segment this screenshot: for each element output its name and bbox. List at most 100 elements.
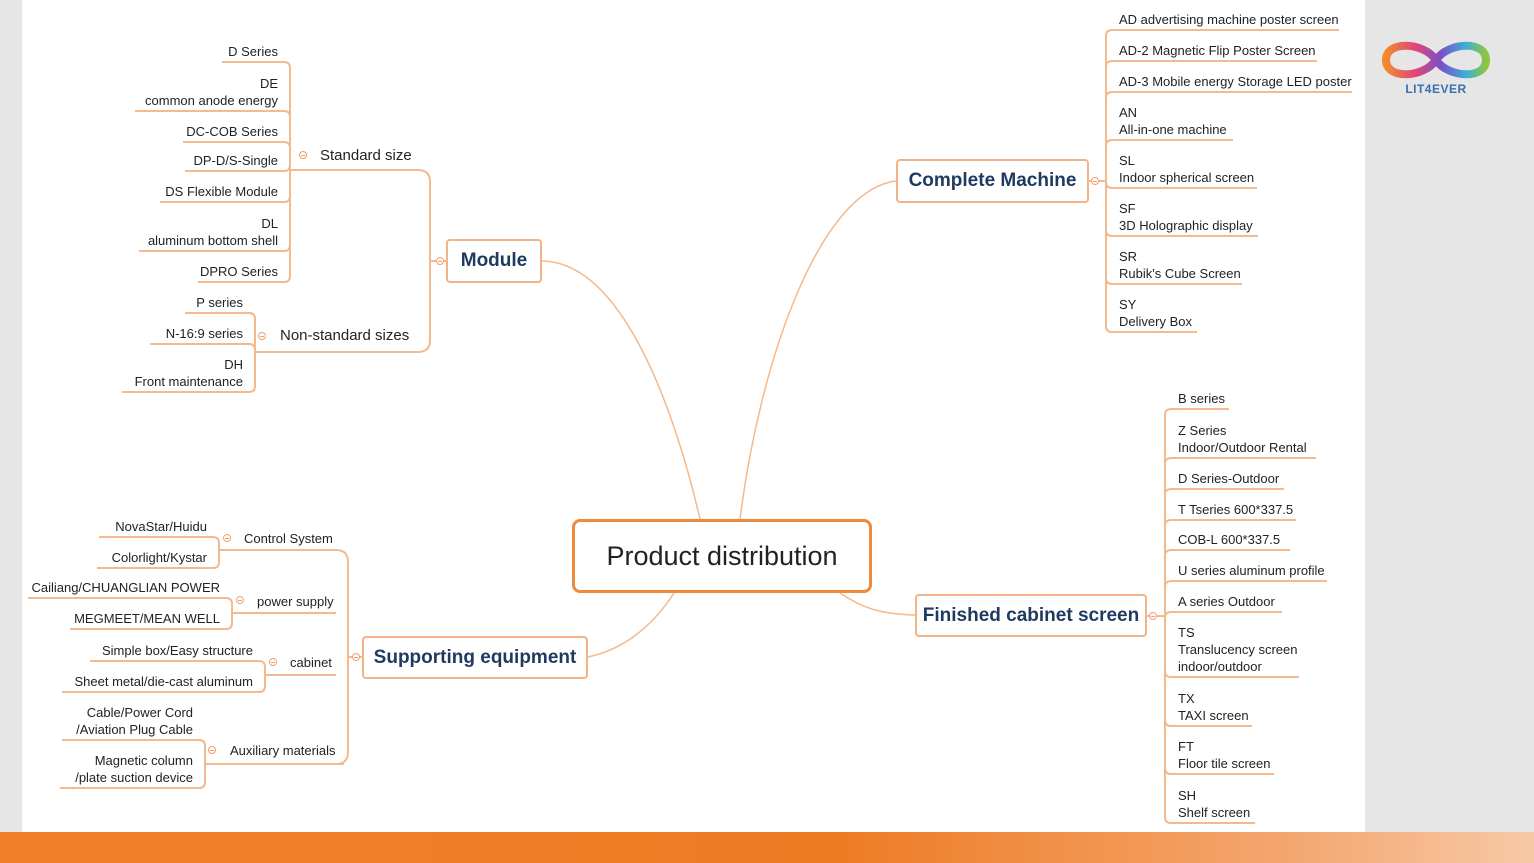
- standard-item-5[interactable]: DL aluminum bottom shell: [148, 215, 278, 249]
- cabinet-item-9-line: FT: [1178, 739, 1194, 754]
- finished-cabinet-node[interactable]: Finished cabinet screen: [915, 594, 1147, 637]
- collapse-cabinet-group-icon[interactable]: [269, 658, 277, 666]
- supporting-equipment-node[interactable]: Supporting equipment: [362, 636, 588, 679]
- support-1-item-0[interactable]: Cailiang/CHUANGLIAN POWER: [31, 579, 220, 596]
- nonstandard-item-0-line: P series: [196, 295, 243, 310]
- standard-underline-0: [222, 61, 291, 69]
- cabinet-item-7-line: TS: [1178, 625, 1195, 640]
- cabinet-item-5-line: U series aluminum profile: [1178, 563, 1325, 578]
- collapse-auxiliary-icon[interactable]: [208, 746, 216, 754]
- group-cabinet[interactable]: cabinet: [290, 654, 332, 672]
- support-3-item-1-line: /plate suction device: [75, 770, 193, 785]
- cabinet-item-8[interactable]: TX TAXI screen: [1178, 690, 1249, 724]
- support-0-item-0[interactable]: NovaStar/Huidu: [115, 518, 207, 535]
- standard-item-4-line: DS Flexible Module: [165, 184, 278, 199]
- complete-item-7[interactable]: SY Delivery Box: [1119, 296, 1192, 330]
- cabinet-item-3[interactable]: T Tseries 600*337.5: [1178, 501, 1293, 518]
- cabinet-underline-3: [1164, 519, 1296, 527]
- cabinet-item-0[interactable]: B series: [1178, 390, 1225, 407]
- complete-item-4[interactable]: SL Indoor spherical screen: [1119, 152, 1254, 186]
- complete-item-3[interactable]: AN All-in-one machine: [1119, 104, 1227, 138]
- group-standard-size[interactable]: Standard size: [320, 147, 412, 165]
- standard-item-3[interactable]: DP-D/S-Single: [193, 152, 278, 169]
- support-1-underline-0: [28, 597, 233, 605]
- support-3-item-0-line: Cable/Power Cord: [86, 705, 193, 720]
- cabinet-item-5[interactable]: U series aluminum profile: [1178, 562, 1325, 579]
- complete-item-7-line: SY: [1119, 297, 1137, 312]
- collapse-complete-icon[interactable]: [1091, 177, 1099, 185]
- cabinet-item-9[interactable]: FT Floor tile screen: [1178, 738, 1270, 772]
- support-3-underline-0: [62, 739, 206, 747]
- support-0-item-1[interactable]: Colorlight/Kystar: [112, 549, 207, 566]
- module-node[interactable]: Module: [446, 239, 542, 283]
- complete-underline-3: [1105, 139, 1233, 147]
- collapse-standard-icon[interactable]: [299, 151, 307, 159]
- standard-item-0[interactable]: D Series: [228, 43, 278, 60]
- support-3-item-0[interactable]: Cable/Power Cord/Aviation Plug Cable: [76, 704, 193, 738]
- cabinet-item-4-line: COB-L 600*337.5: [1178, 532, 1281, 547]
- complete-item-6-line: SR: [1119, 249, 1138, 264]
- nonstandard-item-1[interactable]: N-16:9 series: [166, 325, 243, 342]
- cabinet-item-8-line: TX: [1178, 691, 1195, 706]
- complete-machine-node[interactable]: Complete Machine: [896, 159, 1089, 203]
- standard-item-1[interactable]: DE common anode energy: [145, 75, 278, 109]
- nonstandard-underline-1: [150, 343, 256, 351]
- nonstandard-item-0[interactable]: P series: [196, 294, 243, 311]
- support-2-item-1-line: Sheet metal/die-cast aluminum: [74, 674, 253, 689]
- collapse-nonstandard-icon[interactable]: [258, 332, 266, 340]
- complete-item-5-line: 3D Holographic display: [1119, 218, 1253, 233]
- cabinet-item-10[interactable]: SH Shelf screen: [1178, 787, 1250, 821]
- group-auxiliary-materials[interactable]: Auxiliary materials: [230, 742, 335, 760]
- complete-item-3-line: All-in-one machine: [1119, 122, 1227, 137]
- standard-item-4[interactable]: DS Flexible Module: [165, 183, 278, 200]
- group-power-supply[interactable]: power supply: [257, 593, 334, 611]
- group-non-standard-sizes[interactable]: Non-standard sizes: [280, 327, 409, 345]
- standard-item-6-line: DPRO Series: [199, 264, 278, 279]
- cabinet-item-8-line: TAXI screen: [1178, 708, 1249, 723]
- complete-underline-1: [1105, 60, 1317, 68]
- support-3-item-1-line: Magnetic column: [94, 753, 193, 768]
- complete-item-2[interactable]: AD-3 Mobile energy Storage LED poster: [1119, 73, 1352, 90]
- cabinet-item-1[interactable]: Z Series Indoor/Outdoor Rental: [1178, 422, 1307, 456]
- standard-item-1-line: common anode energy: [145, 93, 278, 108]
- support-3-item-0-line: /Aviation Plug Cable: [76, 722, 193, 737]
- cabinet-item-4[interactable]: COB-L 600*337.5: [1178, 531, 1280, 548]
- complete-item-6[interactable]: SR Rubik's Cube Screen: [1119, 248, 1241, 282]
- cabinet-item-10-line: Shelf screen: [1178, 805, 1251, 820]
- complete-item-0[interactable]: AD advertising machine poster screen: [1119, 11, 1339, 28]
- collapse-power-icon[interactable]: [236, 596, 244, 604]
- complete-item-1[interactable]: AD-2 Magnetic Flip Poster Screen: [1119, 42, 1316, 59]
- support-0-item-0-line: NovaStar/Huidu: [115, 519, 207, 534]
- cabinet-underline-2: [1164, 488, 1284, 496]
- complete-item-3-line: AN: [1119, 105, 1138, 120]
- cabinet-item-7[interactable]: TS Translucency screen indoor/outdoor: [1178, 624, 1297, 675]
- nonstandard-item-2[interactable]: DH Front maintenance: [135, 356, 243, 390]
- cabinet-item-2-line: D Series-Outdoor: [1178, 471, 1280, 486]
- root-to-module: [541, 260, 701, 520]
- support-2-underline-0: [90, 660, 266, 668]
- cabinet-item-1-line: Indoor/Outdoor Rental: [1178, 440, 1307, 455]
- cabinet-underline-5: [1164, 580, 1327, 588]
- support-3-item-1[interactable]: Magnetic column/plate suction device: [75, 752, 193, 786]
- collapse-module-icon[interactable]: [436, 257, 444, 265]
- collapse-cabinet-icon[interactable]: [1149, 612, 1157, 620]
- cabinet-item-1-line: Z Series: [1178, 423, 1227, 438]
- standard-item-6[interactable]: DPRO Series: [200, 263, 278, 280]
- complete-item-5[interactable]: SF 3D Holographic display: [1119, 200, 1253, 234]
- standard-item-2[interactable]: DC-COB Series: [186, 123, 278, 140]
- cabinet-item-6-line: A series Outdoor: [1178, 594, 1275, 609]
- collapse-supporting-icon[interactable]: [352, 653, 360, 661]
- support-2-item-0[interactable]: Simple box/Easy structure: [102, 642, 253, 659]
- support-1-item-1[interactable]: MEGMEET/MEAN WELL: [74, 610, 220, 627]
- group-control-system[interactable]: Control System: [244, 530, 333, 548]
- support-2-item-0-line: Simple box/Easy structure: [101, 643, 253, 658]
- cabinet-item-7-line: Translucency screen: [1178, 642, 1298, 657]
- cabinet-item-7-line: indoor/outdoor: [1178, 659, 1262, 674]
- support-0-underline-0: [99, 536, 220, 544]
- cabinet-item-2[interactable]: D Series-Outdoor: [1178, 470, 1279, 487]
- support-2-item-1[interactable]: Sheet metal/die-cast aluminum: [75, 673, 253, 690]
- collapse-control-icon[interactable]: [223, 534, 231, 542]
- root-node[interactable]: Product distribution: [572, 519, 872, 593]
- cabinet-item-6[interactable]: A series Outdoor: [1178, 593, 1275, 610]
- logo-text: LIT4EVER: [1405, 82, 1467, 96]
